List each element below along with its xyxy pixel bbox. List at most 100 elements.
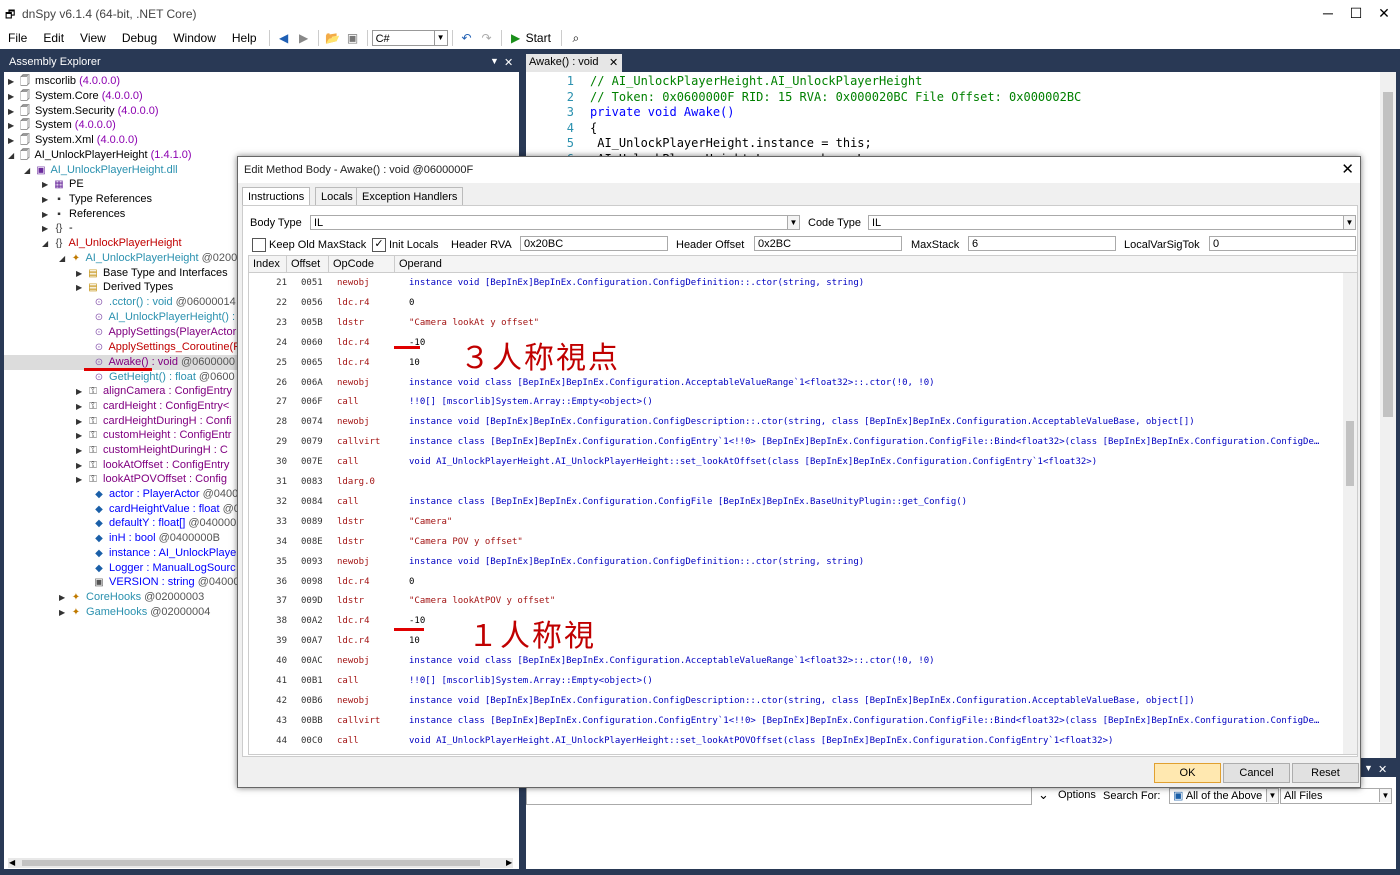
tree-item[interactable]: ▶ 🗍 System.Security (4.0.0.0) [8, 104, 159, 119]
close-tab-icon[interactable]: ✕ [609, 56, 618, 69]
collapsed-chevron-icon[interactable]: ▶ [59, 605, 69, 620]
collapsed-chevron-icon[interactable]: ▶ [76, 458, 86, 473]
column-index[interactable]: Index [249, 256, 287, 272]
scroll-left-icon[interactable]: ◀ [9, 858, 15, 867]
collapsed-chevron-icon[interactable]: ▶ [76, 428, 86, 443]
collapsed-chevron-icon[interactable]: ▶ [59, 590, 69, 605]
save-all-icon[interactable]: ▣ [344, 29, 362, 47]
menu-debug[interactable]: Debug [114, 31, 165, 45]
localvarsigtok-field[interactable]: 0 [1209, 236, 1356, 251]
collapsed-chevron-icon[interactable]: ▶ [42, 192, 52, 207]
collapsed-chevron-icon[interactable]: ▶ [76, 266, 86, 281]
tree-item[interactable]: ▣ VERSION : string @04000 [82, 575, 239, 590]
maximize-button[interactable]: ☐ [1342, 2, 1370, 24]
instruction-row[interactable]: 35 0093 newobj instance void [BepInEx]BepIn… [249, 552, 1339, 572]
collapsed-chevron-icon[interactable]: ▶ [8, 133, 18, 148]
instruction-row[interactable]: 40 00AC newobj instance void class [BepInEx… [249, 651, 1339, 671]
tab-instructions[interactable]: Instructions [242, 187, 311, 206]
collapsed-chevron-icon[interactable]: ▶ [8, 104, 18, 119]
menu-edit[interactable]: Edit [35, 31, 72, 45]
collapsed-chevron-icon[interactable]: ▶ [76, 384, 86, 399]
instruction-row[interactable]: 22 0056 ldc.r4 0 [249, 293, 1339, 313]
tree-item[interactable]: ▶ ⚿ alignCamera : ConfigEntry [76, 384, 232, 399]
menu-view[interactable]: View [72, 31, 114, 45]
instruction-row[interactable]: 30 007E call void AI_UnlockPlayerHeight.AI_… [249, 452, 1339, 472]
column-opcode[interactable]: OpCode [329, 256, 395, 272]
tree-item[interactable]: ◆ Logger : ManualLogSourc [82, 561, 236, 576]
tree-item[interactable]: ◢ 🗍 AI_UnlockPlayerHeight (1.4.1.0) [8, 148, 192, 163]
undo-icon[interactable]: ↶ [458, 29, 476, 47]
collapsed-chevron-icon[interactable]: ▶ [8, 118, 18, 133]
forward-icon[interactable]: ▶ [295, 29, 313, 47]
instruction-row[interactable]: 21 0051 newobj instance void [BepInEx]BepIn… [249, 273, 1339, 293]
scroll-right-icon[interactable]: ▶ [506, 858, 512, 867]
collapsed-chevron-icon[interactable]: ▶ [42, 221, 52, 236]
tree-item[interactable]: ◢ ✦ AI_UnlockPlayerHeight @0200 [59, 251, 237, 266]
grid-vertical-scrollbar[interactable] [1343, 273, 1357, 754]
tree-item[interactable]: ▶ ✦ GameHooks @02000004 [59, 605, 210, 620]
options-chevron-icon[interactable]: ⌄ [1038, 787, 1049, 803]
instruction-row[interactable]: 33 0089 ldstr "Camera" [249, 512, 1339, 532]
instruction-row[interactable]: 29 0079 callvirt instance class [BepInEx]Be… [249, 432, 1339, 452]
expanded-chevron-icon[interactable]: ◢ [42, 236, 52, 251]
instruction-row[interactable]: 36 0098 ldc.r4 0 [249, 572, 1339, 592]
tree-item[interactable]: ⊙ GetHeight() : float @0600 [82, 370, 235, 385]
instruction-row[interactable]: 27 006F call !!0[] [mscorlib]System.Array::… [249, 392, 1339, 412]
grid-scroll-thumb[interactable] [1346, 421, 1354, 486]
tree-item[interactable]: ◢ ▣ AI_UnlockPlayerHeight.dll [24, 163, 178, 178]
editor-scroll-thumb[interactable] [1383, 92, 1393, 417]
tree-item[interactable]: ⊙ AI_UnlockPlayerHeight() : [82, 310, 235, 325]
tree-item[interactable]: ⊙ .cctor() : void @06000014 [82, 295, 236, 310]
start-icon[interactable]: ▶ [507, 29, 525, 47]
editor-vertical-scrollbar[interactable] [1380, 72, 1396, 758]
tree-item[interactable]: ▶ ⚿ cardHeight : ConfigEntry< [76, 399, 229, 414]
instruction-row[interactable]: 26 006A newobj instance void class [BepInEx… [249, 373, 1339, 393]
instruction-row[interactable]: 42 00B6 newobj instance void [BepInEx]BepIn… [249, 691, 1339, 711]
tree-item[interactable]: ▶ ⚿ lookAtOffset : ConfigEntry [76, 458, 229, 473]
tree-item[interactable]: ⊙ ApplySettings(PlayerActor [82, 325, 236, 340]
tree-item[interactable]: ▶ ▦ PE [42, 177, 84, 192]
open-icon[interactable]: 📂 [324, 29, 342, 47]
expanded-chevron-icon[interactable]: ◢ [59, 251, 69, 266]
tree-item[interactable]: ▶ ▤ Base Type and Interfaces [76, 266, 228, 281]
options-label[interactable]: Options [1058, 789, 1096, 801]
collapsed-chevron-icon[interactable]: ▶ [8, 89, 18, 104]
tree-item[interactable]: ▶ ▪ References [42, 207, 125, 222]
maxstack-field[interactable]: 6 [968, 236, 1116, 251]
collapsed-chevron-icon[interactable]: ▶ [76, 280, 86, 295]
menu-window[interactable]: Window [165, 31, 224, 45]
tree-item[interactable]: ◢{} AI_UnlockPlayerHeight [42, 236, 182, 251]
menu-file[interactable]: File [0, 31, 35, 45]
instruction-row[interactable]: 25 0065 ldc.r4 10 [249, 353, 1339, 373]
back-icon[interactable]: ◀ [275, 29, 293, 47]
collapsed-chevron-icon[interactable]: ▶ [8, 74, 18, 89]
column-operand[interactable]: Operand [395, 256, 1343, 272]
dialog-close-icon[interactable]: ✕ [1341, 160, 1354, 178]
tree-item[interactable]: ▶ ✦ CoreHooks @02000003 [59, 590, 204, 605]
collapsed-chevron-icon[interactable]: ▶ [42, 177, 52, 192]
tree-item[interactable]: ◆ inH : bool @0400000B [82, 531, 220, 546]
instruction-row[interactable]: 34 008E ldstr "Camera POV y offset" [249, 532, 1339, 552]
header-offset-field[interactable]: 0x2BC [754, 236, 902, 251]
instructions-grid[interactable]: Index Offset OpCode Operand 21 0051 newobj… [248, 255, 1358, 755]
reset-button[interactable]: Reset [1292, 763, 1359, 783]
instruction-row[interactable]: 31 0083 ldarg.0 [249, 472, 1339, 492]
tree-item[interactable]: ▶ 🗍 System.Xml (4.0.0.0) [8, 133, 138, 148]
redo-icon[interactable]: ↷ [478, 29, 496, 47]
instruction-row[interactable]: 28 0074 newobj instance void [BepInEx]BepIn… [249, 412, 1339, 432]
collapsed-chevron-icon[interactable]: ▶ [76, 414, 86, 429]
pin-dropdown-icon[interactable]: ▼ [490, 56, 499, 66]
minimize-button[interactable]: ─ [1314, 2, 1342, 24]
tree-item[interactable]: ▶ ⚿ cardHeightDuringH : Confi [76, 414, 231, 429]
tree-item[interactable]: ▶ 🗍 mscorlib (4.0.0.0) [8, 74, 120, 89]
close-button[interactable]: ✕ [1370, 2, 1398, 24]
tree-item[interactable]: ▶ 🗍 System (4.0.0.0) [8, 118, 116, 133]
instruction-row[interactable]: 41 00B1 call !!0[] [mscorlib]System.Array::… [249, 671, 1339, 691]
tree-item[interactable]: ▶ ⚿ customHeightDuringH : C [76, 443, 228, 458]
instruction-row[interactable]: 44 00C0 call void AI_UnlockPlayerHeight.AI_… [249, 731, 1339, 751]
tree-item[interactable]: ◆ actor : PlayerActor @0400 [82, 487, 238, 502]
expanded-chevron-icon[interactable]: ◢ [8, 148, 18, 163]
tree-item[interactable]: ▶ ▤ Derived Types [76, 280, 173, 295]
tree-item[interactable]: ▶ ⚿ customHeight : ConfigEntr [76, 428, 231, 443]
tree-item[interactable]: ▶{} - [42, 221, 73, 236]
